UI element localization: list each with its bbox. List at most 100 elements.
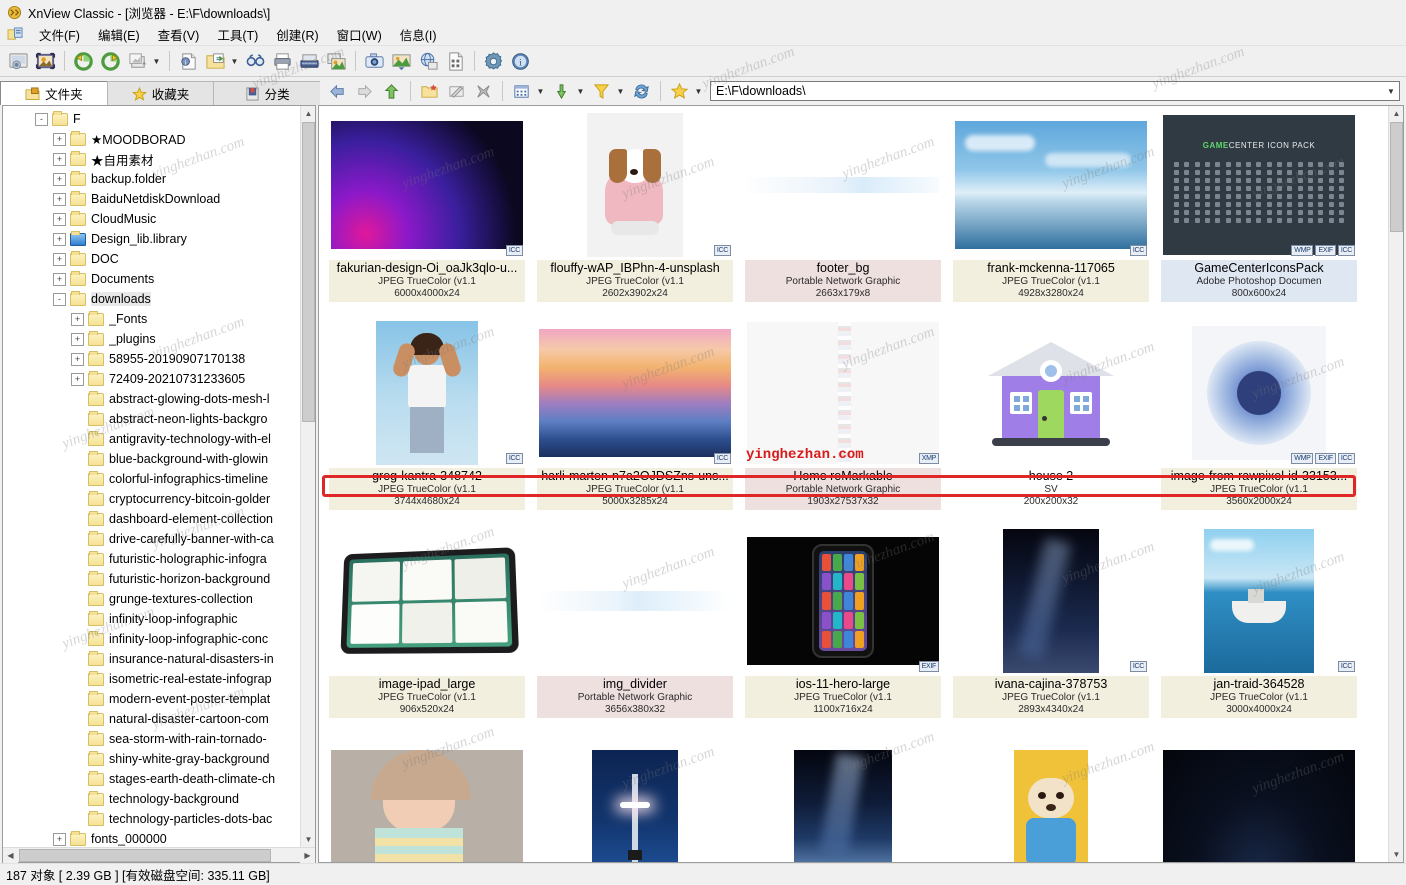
- browser-vertical-scrollbar[interactable]: ▲ ▼: [1388, 106, 1403, 862]
- thumbnail-image[interactable]: ICC: [953, 112, 1149, 258]
- tab-categories[interactable]: 分类: [213, 81, 321, 105]
- menu-tools[interactable]: 工具(T): [208, 23, 267, 46]
- tree-horizontal-scrollbar[interactable]: ◀ ▶: [3, 847, 315, 862]
- tree-node[interactable]: drive-carefully-banner-with-ca: [3, 529, 315, 549]
- expand-icon[interactable]: +: [71, 313, 84, 326]
- thumbnail-image[interactable]: [745, 736, 941, 862]
- grid-view-icon[interactable]: [508, 78, 534, 104]
- thumbnail-image[interactable]: XMP: [745, 320, 941, 466]
- thumbnail-cell[interactable]: [323, 734, 531, 862]
- tree-node[interactable]: isometric-real-estate-infograp: [3, 669, 315, 689]
- slideshow-icon[interactable]: [388, 48, 414, 74]
- thumbnail-cell[interactable]: [739, 734, 947, 862]
- thumbnail-image[interactable]: ICC: [1161, 528, 1357, 674]
- expand-icon[interactable]: +: [53, 273, 66, 286]
- tree-node[interactable]: modern-event-poster-templat: [3, 689, 315, 709]
- expand-icon[interactable]: +: [53, 173, 66, 186]
- thumbnail-cell[interactable]: img_dividerPortable Network Graphic3656x…: [531, 526, 739, 734]
- camera-icon[interactable]: [361, 48, 387, 74]
- tree-node[interactable]: futuristic-holographic-infogra: [3, 549, 315, 569]
- thumbnail-image[interactable]: WMPEXIFICC: [1161, 320, 1357, 466]
- add-favorite-icon[interactable]: [666, 78, 692, 104]
- tree-node[interactable]: insurance-natural-disasters-in: [3, 649, 315, 669]
- thumbnail-image[interactable]: [953, 736, 1149, 862]
- thumbnail-cell[interactable]: [1155, 734, 1363, 862]
- tree-node[interactable]: -downloads: [3, 289, 315, 309]
- tree-node[interactable]: +58955-20190907170138: [3, 349, 315, 369]
- thumbnail-cell[interactable]: ICCflouffy-wAP_IBPhn-4-unsplashJPEG True…: [531, 110, 739, 318]
- tree-node[interactable]: +backup.folder: [3, 169, 315, 189]
- thumbnail-cell[interactable]: WMPEXIFICCimage-from-rawpixel-id-33153..…: [1155, 318, 1363, 526]
- thumbnail-cell[interactable]: [531, 734, 739, 862]
- thumbnail-image[interactable]: [537, 528, 733, 674]
- thumbnail-image[interactable]: ICC: [329, 112, 525, 258]
- thumbnail-cell[interactable]: [947, 734, 1155, 862]
- settings-icon[interactable]: [480, 48, 506, 74]
- web-page-icon[interactable]: [415, 48, 441, 74]
- thumbnail-image[interactable]: [745, 112, 941, 258]
- menu-info[interactable]: 信息(I): [391, 23, 446, 46]
- grid-view-dropdown-icon[interactable]: ▼: [535, 78, 546, 104]
- expand-icon[interactable]: +: [53, 133, 66, 146]
- tree-node[interactable]: cryptocurrency-bitcoin-golder: [3, 489, 315, 509]
- thumbnail-cell[interactable]: GAMECENTER ICON PACKWMPEXIFICCGameCenter…: [1155, 110, 1363, 318]
- thumbnail-cell[interactable]: footer_bgPortable Network Graphic2663x17…: [739, 110, 947, 318]
- expand-icon[interactable]: +: [53, 153, 66, 166]
- menu-edit[interactable]: 编辑(E): [89, 23, 149, 46]
- menu-create[interactable]: 创建(R): [267, 23, 327, 46]
- browser-scroll-up-icon[interactable]: ▲: [1389, 106, 1404, 121]
- thumbnail-image[interactable]: [329, 528, 525, 674]
- tree-node[interactable]: +_Fonts: [3, 309, 315, 329]
- screen-capture-icon[interactable]: [323, 48, 349, 74]
- expand-icon[interactable]: +: [71, 353, 84, 366]
- tree-scroll-down-icon[interactable]: ▼: [301, 832, 315, 847]
- delete-icon[interactable]: [470, 78, 496, 104]
- file-info-icon[interactable]: i: [175, 48, 201, 74]
- tab-favorites[interactable]: 收藏夹: [107, 81, 215, 105]
- thumbnail-cell[interactable]: EXIFios-11-hero-largeJPEG TrueColor (v1.…: [739, 526, 947, 734]
- back-arrow-icon[interactable]: [324, 78, 350, 104]
- about-icon[interactable]: i: [507, 48, 533, 74]
- tree-node[interactable]: +Design_lib.library: [3, 229, 315, 249]
- thumbnail-cell[interactable]: ICCharli-marten-n7a2OJDSZns-uns...JPEG T…: [531, 318, 739, 526]
- rotate-right-icon[interactable]: [97, 48, 123, 74]
- sort-icon[interactable]: [548, 78, 574, 104]
- open-folder-dropdown-icon[interactable]: ▼: [229, 48, 240, 74]
- tree-node[interactable]: +72409-20210731233605: [3, 369, 315, 389]
- tree-node[interactable]: technology-background: [3, 789, 315, 809]
- tab-folders[interactable]: 文件夹: [0, 81, 108, 105]
- thumbnail-image[interactable]: EXIF: [745, 528, 941, 674]
- open-folder-icon[interactable]: [202, 48, 228, 74]
- collapse-icon[interactable]: -: [53, 293, 66, 306]
- rotate-left-icon[interactable]: [70, 48, 96, 74]
- thumbnail-area[interactable]: ICCfakurian-design-Oi_oaJk3qlo-u...JPEG …: [319, 106, 1388, 862]
- thumbnail-image[interactable]: ICC: [329, 320, 525, 466]
- tree-node[interactable]: +★MOODBORAD: [3, 129, 315, 149]
- thumbnail-image[interactable]: [953, 320, 1149, 466]
- thumbnail-cell[interactable]: XMPHome reMarkablePortable Network Graph…: [739, 318, 947, 526]
- thumbnail-cell[interactable]: ICCivana-cajina-378753JPEG TrueColor (v1…: [947, 526, 1155, 734]
- thumbnail-cell[interactable]: ICCfakurian-design-Oi_oaJk3qlo-u...JPEG …: [323, 110, 531, 318]
- menu-view[interactable]: 查看(V): [149, 23, 209, 46]
- tree-node[interactable]: shiny-white-gray-background: [3, 749, 315, 769]
- tree-vertical-scrollbar[interactable]: ▲ ▼: [300, 106, 315, 847]
- batch-convert-icon[interactable]: [124, 48, 150, 74]
- expand-icon[interactable]: +: [53, 193, 66, 206]
- expand-icon[interactable]: +: [53, 233, 66, 246]
- expand-icon[interactable]: +: [53, 253, 66, 266]
- up-folder-icon[interactable]: [378, 78, 404, 104]
- expand-icon[interactable]: +: [53, 213, 66, 226]
- thumbnail-image[interactable]: GAMECENTER ICON PACKWMPEXIFICC: [1161, 112, 1357, 258]
- tree-node[interactable]: natural-disaster-cartoon-com: [3, 709, 315, 729]
- fullscreen-icon[interactable]: [32, 48, 58, 74]
- thumbnail-cell[interactable]: image-ipad_largeJPEG TrueColor (v1.1906x…: [323, 526, 531, 734]
- tree-hscroll-thumb[interactable]: [19, 849, 271, 862]
- tree-node[interactable]: sea-storm-with-rain-tornado-: [3, 729, 315, 749]
- add-favorite-dropdown-icon[interactable]: ▼: [693, 78, 704, 104]
- tree-node[interactable]: technology-particles-dots-bac: [3, 809, 315, 829]
- browser-view-icon[interactable]: [5, 48, 31, 74]
- thumbnail-image[interactable]: ICC: [537, 112, 733, 258]
- thumbnail-image[interactable]: [1161, 736, 1357, 862]
- thumbnail-cell[interactable]: ICCjan-traid-364528JPEG TrueColor (v1.13…: [1155, 526, 1363, 734]
- rename-icon[interactable]: [443, 78, 469, 104]
